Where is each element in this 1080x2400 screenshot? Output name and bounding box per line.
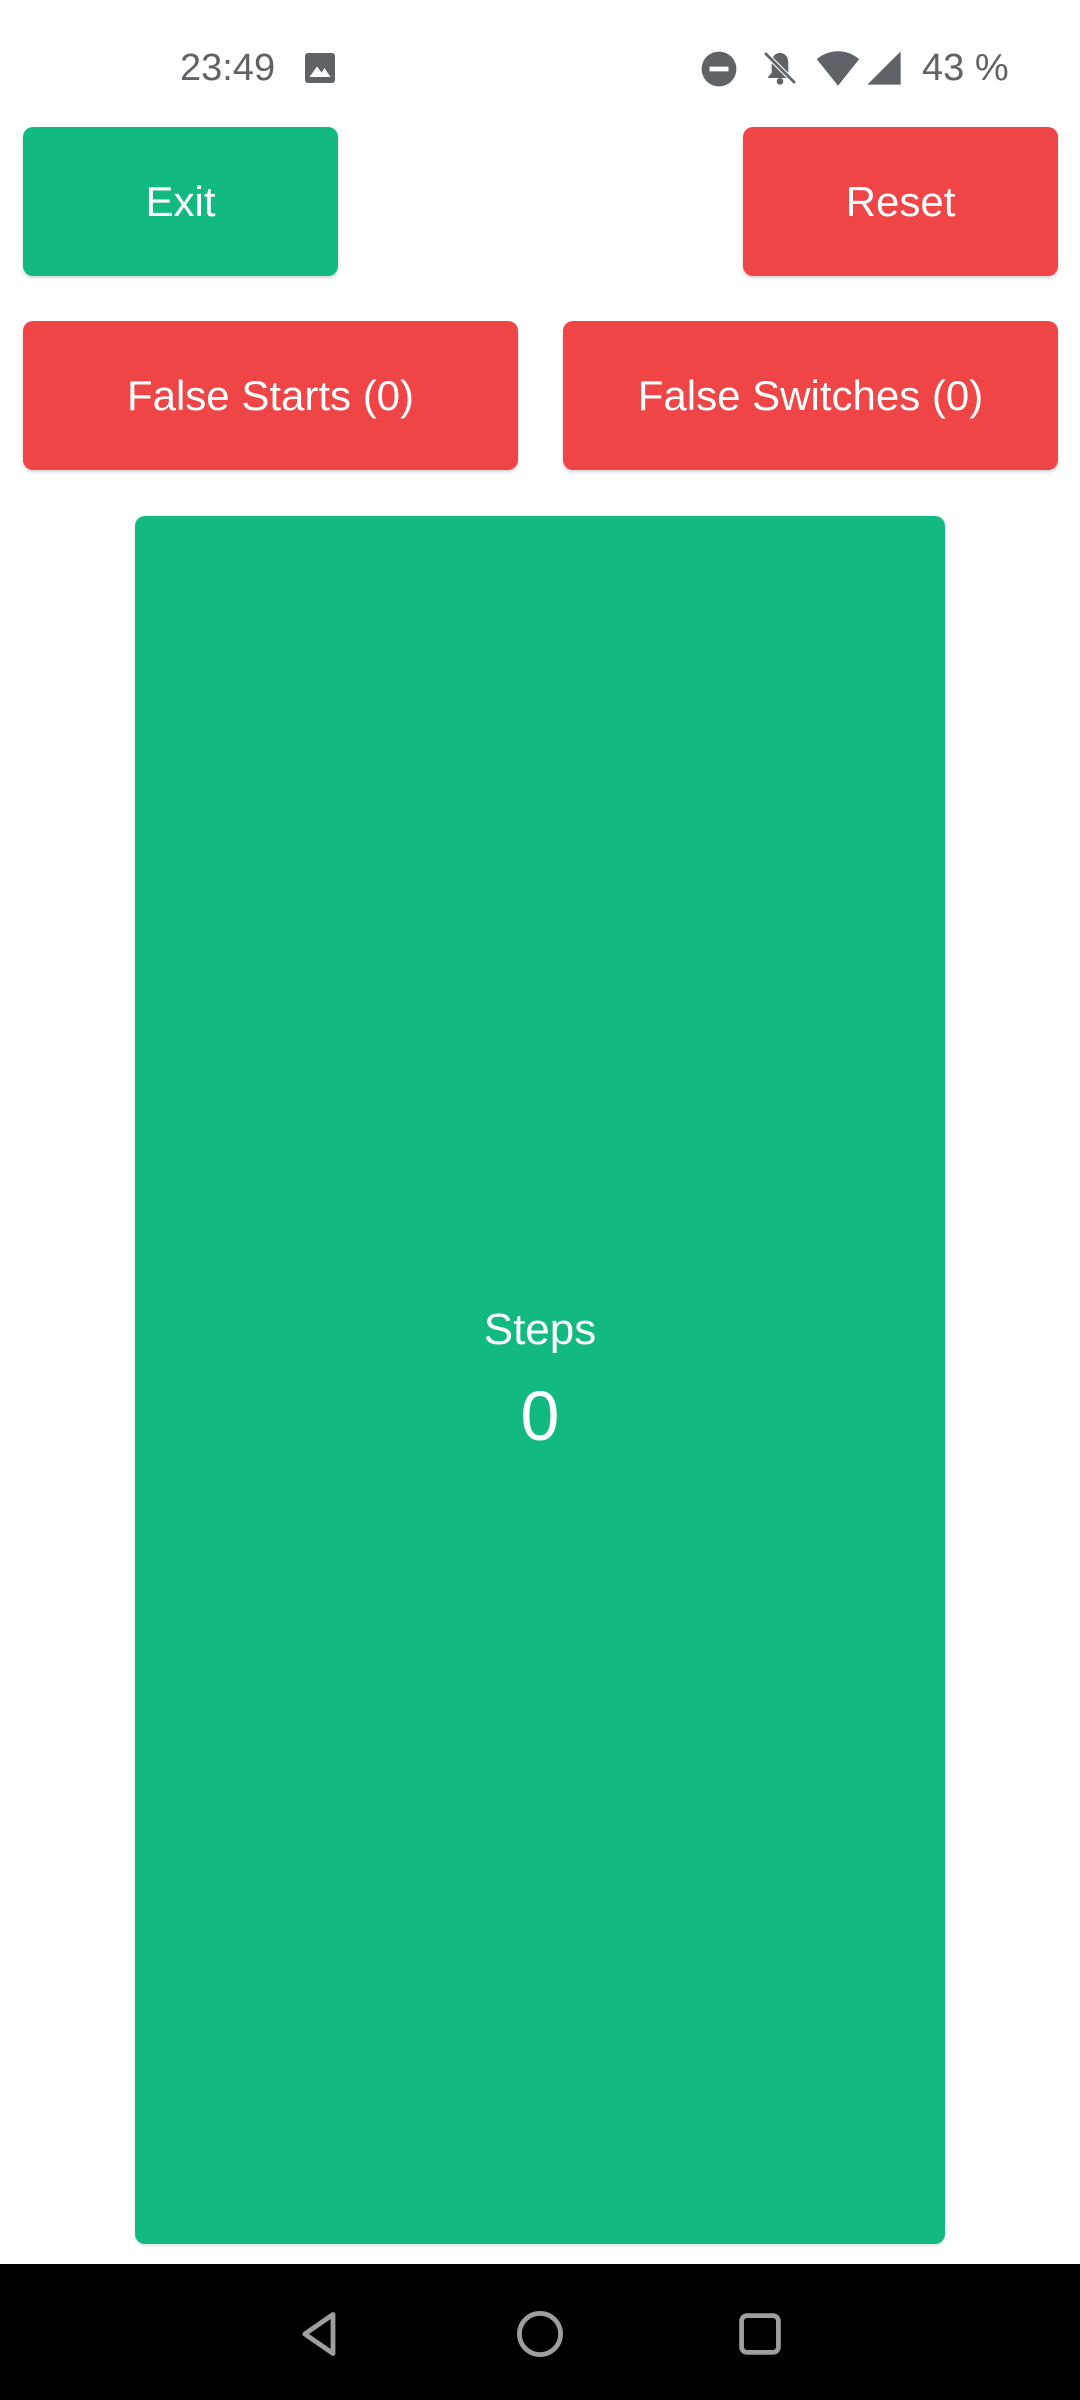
status-bar: 23:49 43 % [0,0,1080,120]
do-not-disturb-icon [700,50,738,88]
battery-percentage: 43 % [922,47,1009,89]
navigation-bar [0,2264,1080,2400]
exit-button[interactable]: Exit [23,127,338,276]
home-icon[interactable] [514,2308,566,2360]
steps-count: 0 [520,1377,560,1455]
bell-off-icon [760,48,800,88]
exit-button-label: Exit [145,177,216,225]
reset-button[interactable]: Reset [743,127,1058,276]
wifi-icon [815,48,861,88]
false-switches-button[interactable]: False Switches (0) [563,321,1058,470]
status-time: 23:49 [180,47,276,89]
steps-label: Steps [483,1305,597,1354]
back-icon[interactable] [294,2308,346,2360]
false-starts-button[interactable]: False Starts (0) [23,321,518,470]
false-starts-label: False Starts (0) [126,371,415,419]
false-switches-label: False Switches (0) [637,371,984,419]
recents-icon[interactable] [734,2308,786,2360]
cell-signal-icon [864,48,904,88]
step-counter-panel[interactable]: Steps 0 [135,516,945,2244]
image-icon [302,50,338,86]
reset-button-label: Reset [845,177,956,225]
